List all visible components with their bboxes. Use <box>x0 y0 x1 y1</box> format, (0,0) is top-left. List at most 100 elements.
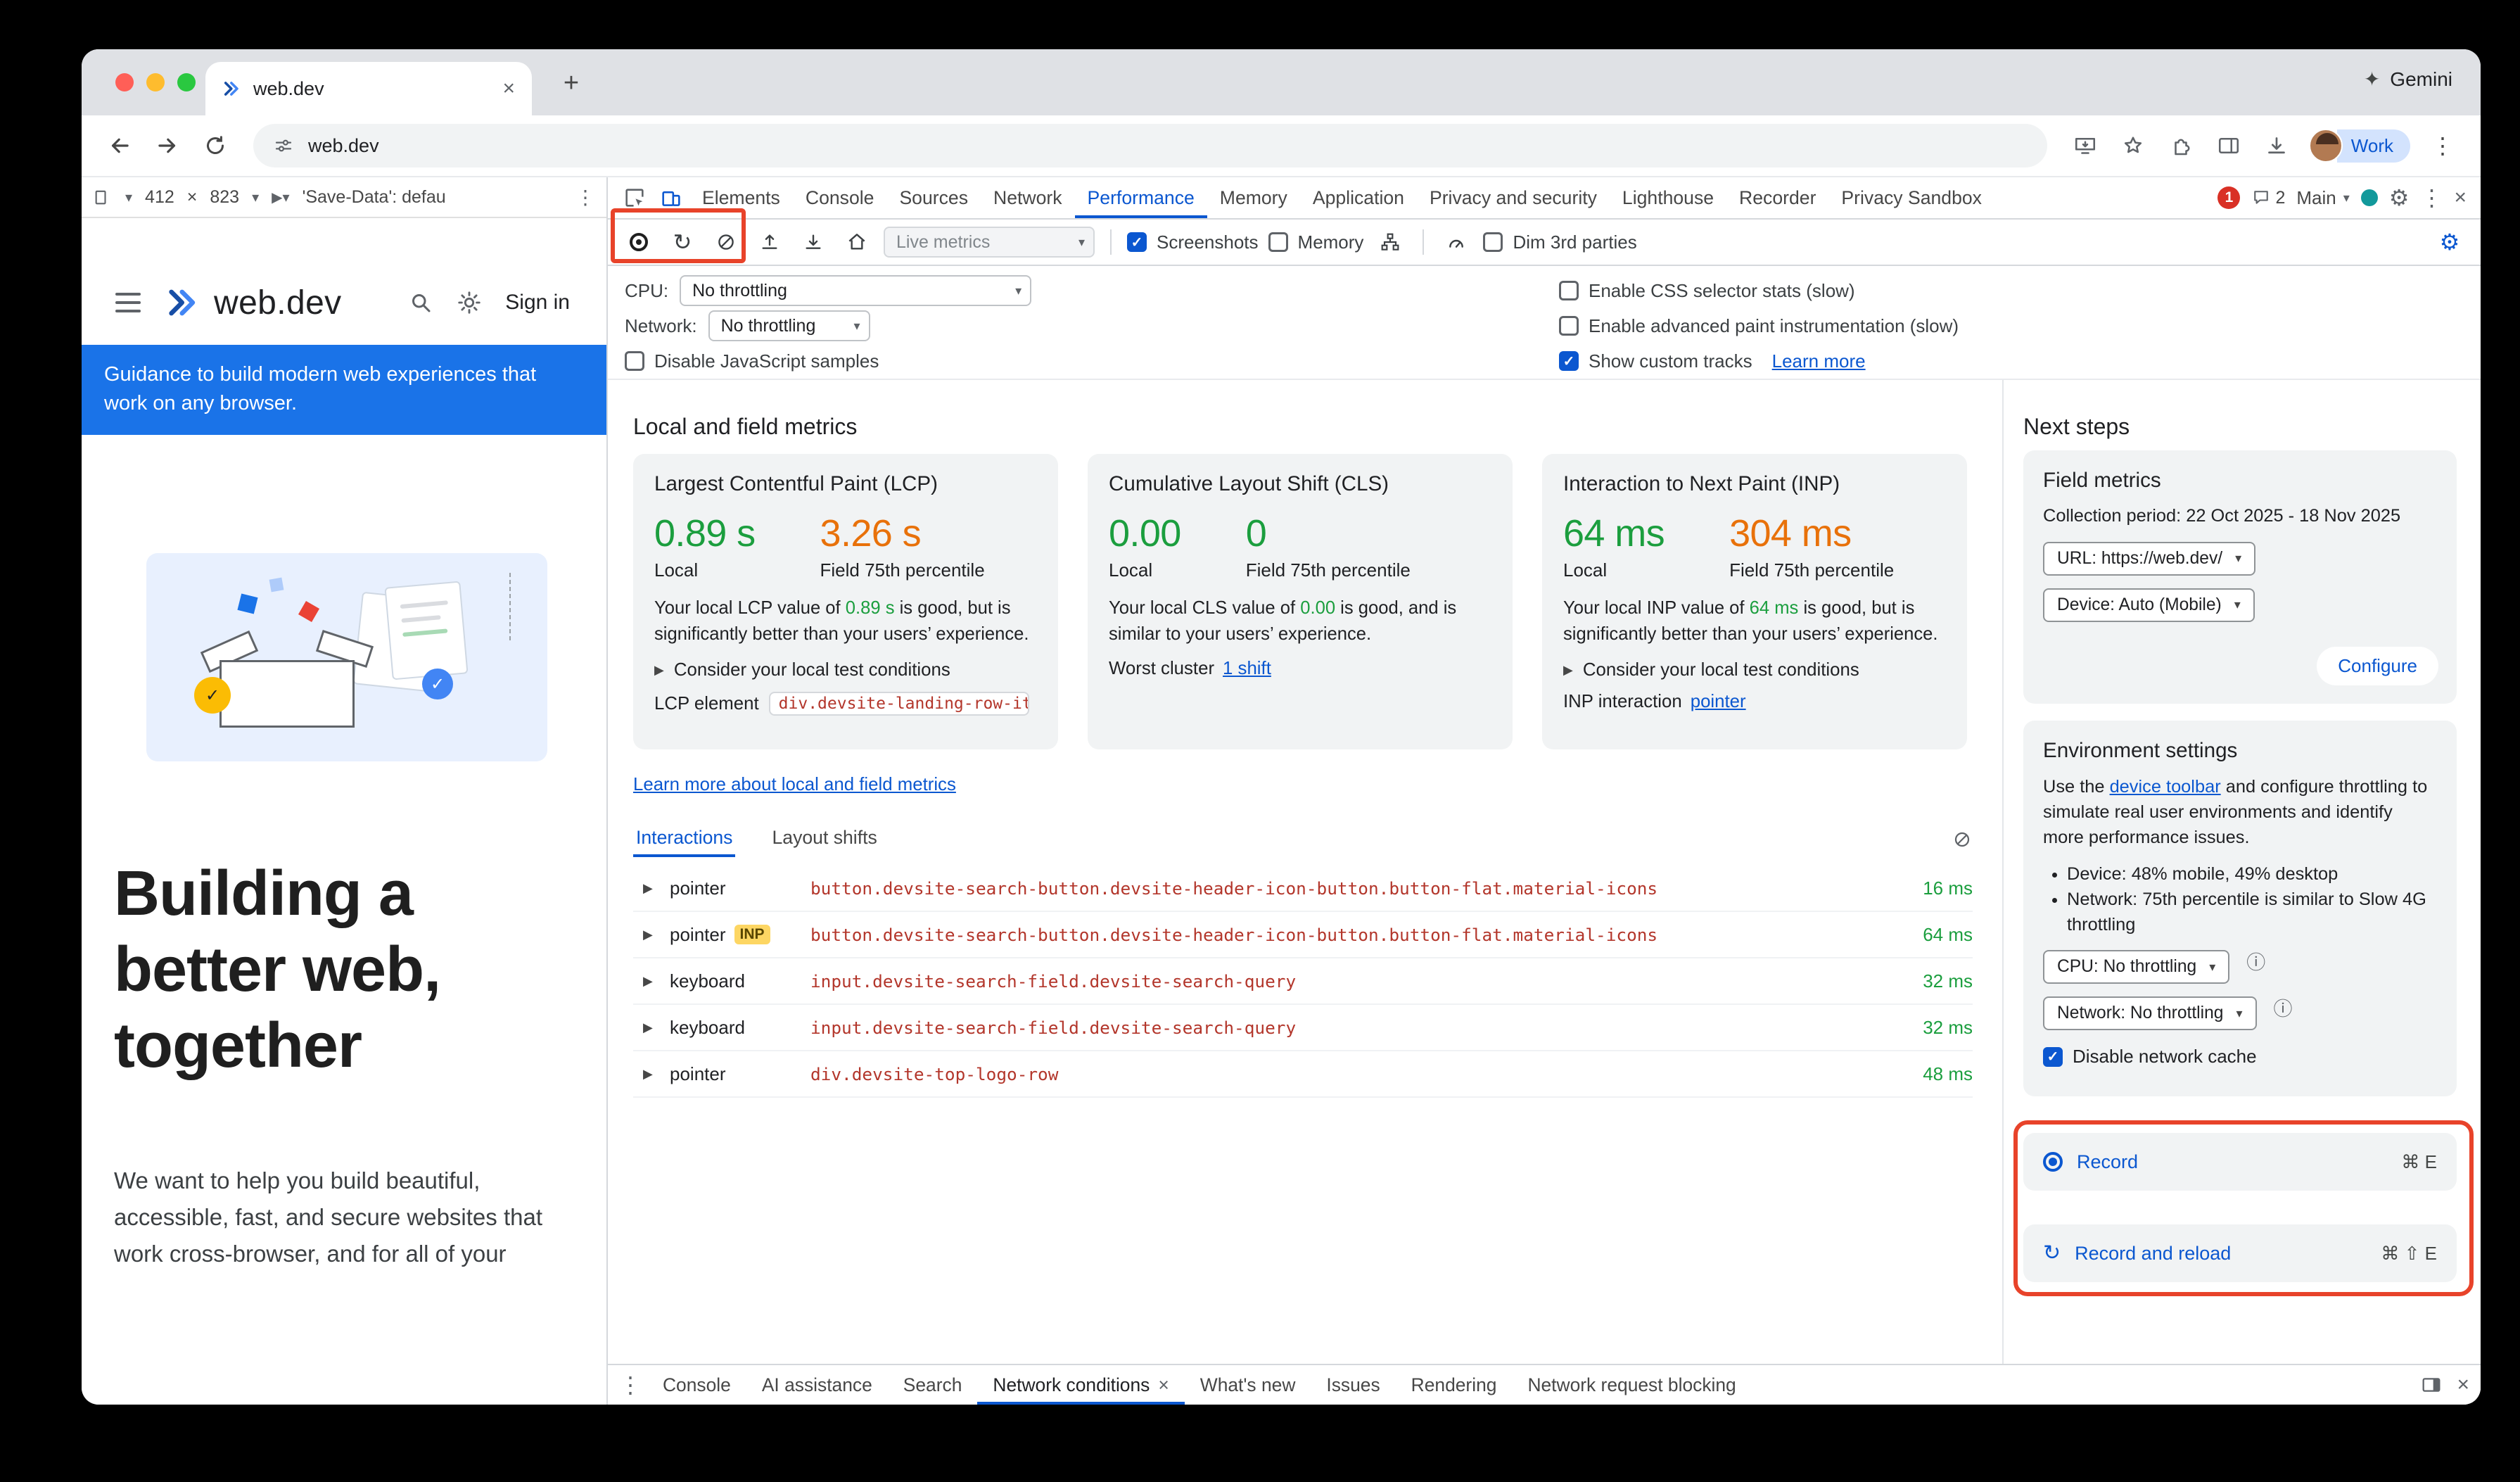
devtools-kebab-icon[interactable]: ⋮ <box>2420 186 2443 209</box>
devtools-settings-gear-icon[interactable]: ⚙ <box>2389 186 2410 209</box>
interaction-row[interactable]: ▶ pointer div.devsite-top-logo-row 48 ms <box>633 1051 1973 1098</box>
profile-chip[interactable]: Work <box>2309 129 2410 163</box>
drawer-tab-rendering[interactable]: Rendering <box>1396 1365 1513 1405</box>
cls-worst-cluster-link[interactable]: 1 shift <box>1223 659 1271 679</box>
profile-history-select[interactable]: Live metrics ▾ <box>884 227 1095 258</box>
tab-network[interactable]: Network <box>981 177 1075 218</box>
record-and-reload-button-row[interactable]: ↻ Record and reload ⌘ ⇧ E <box>2023 1224 2457 1282</box>
emulation-kebab-icon[interactable]: ⋮ <box>575 186 595 209</box>
gemini-button[interactable]: ✦ Gemini <box>2364 68 2452 91</box>
tab-memory[interactable]: Memory <box>1207 177 1300 218</box>
drawer-tab-close-icon[interactable]: × <box>1158 1374 1169 1396</box>
drawer-tab-network-request-blocking[interactable]: Network request blocking <box>1512 1365 1751 1405</box>
triangle-right-icon[interactable]: ▶ <box>633 1067 670 1082</box>
context-selector[interactable]: Main ▾ <box>2296 187 2349 209</box>
device-toolbar-icon[interactable] <box>653 179 689 216</box>
sign-in-button[interactable]: Sign in <box>505 291 570 315</box>
network-conditions-icon[interactable] <box>1373 225 1407 259</box>
metrics-learn-more-link[interactable]: Learn more about local and field metrics <box>633 775 956 795</box>
device-width-value[interactable]: 412 <box>145 187 174 208</box>
cpu-throttle-sidebar-select[interactable]: CPU: No throttling ▾ <box>2043 950 2229 984</box>
triangle-right-icon[interactable]: ▶ <box>633 1020 670 1035</box>
interaction-target[interactable]: input.devsite-search-field.devsite-searc… <box>810 1018 1871 1038</box>
device-toolbar-link[interactable]: device toolbar <box>2110 777 2221 797</box>
tab-privacy-sandbox[interactable]: Privacy Sandbox <box>1828 177 1994 218</box>
throttling-gauge-icon[interactable] <box>1439 225 1473 259</box>
network-throttling-select[interactable]: No throttling ▾ <box>708 310 870 341</box>
bookmark-star-icon[interactable] <box>2112 125 2154 167</box>
forward-button[interactable] <box>146 125 189 167</box>
window-close-button[interactable] <box>115 73 134 91</box>
tab-application[interactable]: Application <box>1300 177 1417 218</box>
tab-console[interactable]: Console <box>793 177 887 218</box>
tab-lighthouse[interactable]: Lighthouse <box>1610 177 1726 218</box>
url-select[interactable]: URL: https://web.dev/ ▾ <box>2043 542 2255 576</box>
clear-button[interactable] <box>709 225 743 259</box>
load-profile-icon[interactable] <box>753 225 787 259</box>
network-throttle-sidebar-select[interactable]: Network: No throttling ▾ <box>2043 996 2257 1030</box>
device-select[interactable]: Device: Auto (Mobile) ▾ <box>2043 588 2255 622</box>
send-to-device-icon[interactable] <box>2064 125 2106 167</box>
interaction-target[interactable]: div.devsite-top-logo-row <box>810 1064 1871 1084</box>
window-zoom-button[interactable] <box>177 73 196 91</box>
drawer-close-icon[interactable]: × <box>2457 1374 2469 1395</box>
address-bar[interactable]: web.dev <box>253 124 2047 167</box>
info-icon[interactable]: ⓘ <box>2274 994 2293 1021</box>
site-search-icon[interactable] <box>408 290 433 315</box>
triangle-right-icon[interactable]: ▶ <box>633 881 670 896</box>
inp-test-conditions-expander[interactable]: ▶ Consider your local test conditions <box>1563 660 1946 680</box>
lcp-test-conditions-expander[interactable]: ▶ Consider your local test conditions <box>654 660 1037 680</box>
site-logo[interactable]: web.dev <box>163 284 342 322</box>
new-tab-button[interactable]: + <box>554 66 588 100</box>
extensions-puzzle-icon[interactable] <box>2160 125 2202 167</box>
clear-log-icon[interactable] <box>1952 829 1973 850</box>
throttle-select-icon[interactable]: ▶▾ <box>272 189 289 206</box>
devtools-close-icon[interactable]: × <box>2454 187 2467 208</box>
reload-button[interactable] <box>194 125 236 167</box>
drawer-tab-search[interactable]: Search <box>888 1365 978 1405</box>
memory-checkbox[interactable]: Memory <box>1268 232 1364 253</box>
tab-layout-shifts[interactable]: Layout shifts <box>769 821 879 857</box>
downloads-icon[interactable] <box>2255 125 2298 167</box>
tab-performance[interactable]: Performance <box>1075 177 1207 218</box>
zoom-select-chevron-icon[interactable]: ▾ <box>252 189 259 206</box>
device-list-icon[interactable] <box>93 187 113 207</box>
dim-3rd-parties-checkbox[interactable]: Dim 3rd parties <box>1483 232 1636 253</box>
chevron-down-icon[interactable]: ▾ <box>125 189 132 206</box>
site-settings-icon[interactable] <box>273 135 294 156</box>
dock-side-icon[interactable] <box>2420 1374 2443 1396</box>
drawer-tab-whats-new[interactable]: What's new <box>1185 1365 1311 1405</box>
back-button[interactable] <box>98 125 141 167</box>
interaction-target[interactable]: button.devsite-search-button.devsite-hea… <box>810 925 1871 945</box>
tab-interactions[interactable]: Interactions <box>633 821 735 857</box>
paint-instrumentation-checkbox[interactable]: Enable advanced paint instrumentation (s… <box>1559 315 1959 337</box>
tab-close-icon[interactable]: × <box>502 78 515 99</box>
drawer-tab-issues[interactable]: Issues <box>1311 1365 1395 1405</box>
drawer-tab-console[interactable]: Console <box>647 1365 746 1405</box>
screenshots-checkbox[interactable]: ✓ Screenshots <box>1127 232 1259 253</box>
error-count-badge[interactable]: 1 <box>2217 186 2240 209</box>
device-height-value[interactable]: 823 <box>210 187 239 208</box>
live-metrics-home-icon[interactable] <box>840 225 874 259</box>
interaction-row[interactable]: ▶ pointerINP button.devsite-search-butto… <box>633 912 1973 958</box>
info-icon[interactable]: ⓘ <box>2246 947 2265 975</box>
cpu-throttling-select[interactable]: No throttling ▾ <box>680 275 1031 306</box>
save-profile-icon[interactable] <box>796 225 830 259</box>
custom-tracks-learn-more-link[interactable]: Learn more <box>1772 350 1866 372</box>
disable-network-cache-checkbox[interactable]: ✓ Disable network cache <box>2043 1046 2437 1068</box>
interaction-row[interactable]: ▶ keyboard input.devsite-search-field.de… <box>633 958 1973 1005</box>
tab-privacy-and-security[interactable]: Privacy and security <box>1417 177 1610 218</box>
record-and-reload-button[interactable]: ↻ <box>666 225 699 259</box>
browser-menu-kebab-icon[interactable]: ⋮ <box>2422 125 2464 167</box>
record-button[interactable] <box>622 225 656 259</box>
custom-tracks-checkbox[interactable]: ✓ Show custom tracks <box>1559 350 1752 372</box>
theme-toggle-sun-icon[interactable] <box>456 289 483 316</box>
drawer-tab-ai-assistance[interactable]: AI assistance <box>746 1365 888 1405</box>
interaction-row[interactable]: ▶ pointer button.devsite-search-button.d… <box>633 866 1973 912</box>
inp-interaction-link[interactable]: pointer <box>1691 692 1746 712</box>
configure-button[interactable]: Configure <box>2317 647 2438 685</box>
inspect-element-icon[interactable] <box>616 179 653 216</box>
interaction-target[interactable]: button.devsite-search-button.devsite-hea… <box>810 878 1871 899</box>
drawer-tab-network-conditions[interactable]: Network conditions × <box>977 1365 1184 1405</box>
css-selector-stats-checkbox[interactable]: Enable CSS selector stats (slow) <box>1559 280 1855 302</box>
